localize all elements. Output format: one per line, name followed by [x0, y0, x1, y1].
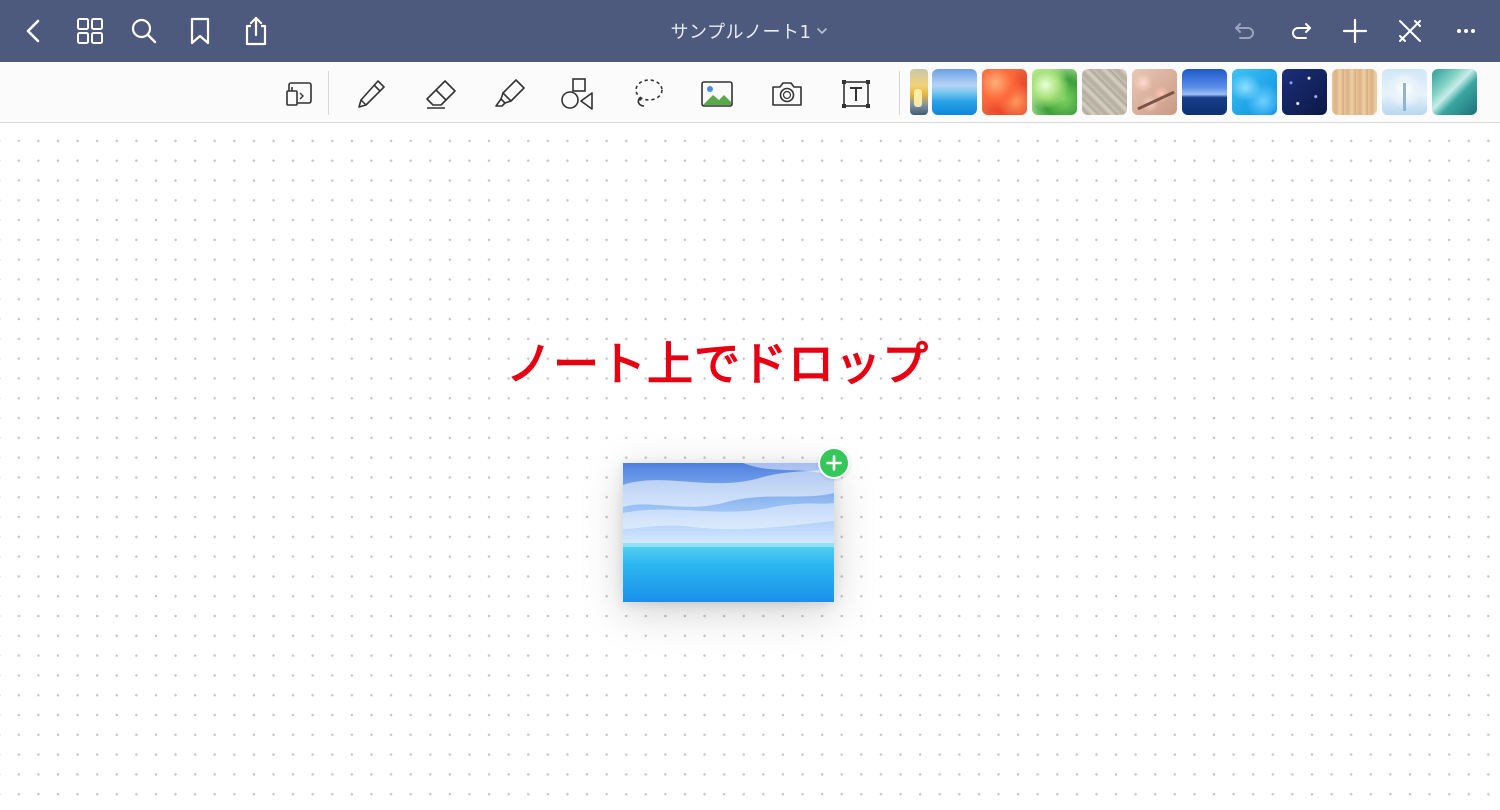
- image-tile-autumn-leaves[interactable]: [982, 69, 1027, 115]
- image-tile-cherry-blossom-branch[interactable]: [1132, 69, 1177, 115]
- shapes-icon: [561, 78, 593, 110]
- drop-instruction-label: ノート上でドロップ: [506, 337, 929, 391]
- dragged-image-preview[interactable]: [623, 463, 834, 602]
- chevron-down-icon: [817, 28, 828, 34]
- thumbnails-button[interactable]: [72, 13, 108, 49]
- redo-icon: [1292, 23, 1311, 39]
- image-tile-sea-glass[interactable]: [1432, 69, 1477, 115]
- image-icon: [701, 81, 733, 107]
- image-tile-snowy-tree[interactable]: [1382, 69, 1427, 115]
- share-button[interactable]: [238, 13, 274, 49]
- lasso-icon: [635, 79, 663, 107]
- undo-icon: [1235, 23, 1254, 39]
- image-tile-stone-wall[interactable]: [1082, 69, 1127, 115]
- grid-icon: [77, 18, 103, 44]
- toolbar-divider: [328, 71, 329, 115]
- undo-button[interactable]: [1227, 13, 1263, 49]
- add-badge: [818, 447, 850, 479]
- image-tile-sunset-sea[interactable]: [910, 69, 928, 115]
- image-tile-wood-grain[interactable]: [1332, 69, 1377, 115]
- title-area: サンプルノート1: [0, 0, 1500, 62]
- redo-button[interactable]: [1283, 13, 1319, 49]
- add-page-button[interactable]: [1337, 13, 1373, 49]
- image-tile-blue-sea[interactable]: [932, 69, 977, 115]
- image-tile-green-leaves[interactable]: [1032, 69, 1077, 115]
- text-box-tool[interactable]: [836, 74, 876, 114]
- bookmark-icon: [190, 17, 210, 45]
- camera-tool[interactable]: [767, 74, 807, 114]
- ocean-photo: [623, 463, 834, 602]
- pen-icon: [358, 80, 385, 108]
- image-tile-night-lake[interactable]: [1182, 69, 1227, 115]
- search-button[interactable]: [126, 13, 162, 49]
- lasso-tool[interactable]: [628, 74, 668, 114]
- toolbar-divider: [899, 71, 900, 115]
- eraser-icon: [426, 80, 456, 109]
- eraser-tool[interactable]: [421, 74, 461, 114]
- more-button[interactable]: [1448, 13, 1484, 49]
- search-icon: [131, 18, 157, 44]
- shapes-tool[interactable]: [557, 74, 597, 114]
- toolbar-toggle-button[interactable]: [1392, 13, 1428, 49]
- pen-tool[interactable]: [351, 74, 391, 114]
- navigation-bar: サンプルノート1: [0, 0, 1500, 62]
- back-icon: [26, 19, 40, 43]
- plus-icon: [1342, 18, 1368, 44]
- bookmark-button[interactable]: [182, 13, 218, 49]
- highlighter-icon: [495, 79, 525, 107]
- page-layout-button[interactable]: [279, 74, 319, 114]
- tool-bar: [0, 62, 1500, 123]
- note-title-button[interactable]: サンプルノート1: [671, 18, 830, 44]
- image-tile-water-surface[interactable]: [1232, 69, 1277, 115]
- highlighter-tool[interactable]: [490, 74, 530, 114]
- image-tile-starry-sky[interactable]: [1282, 69, 1327, 115]
- plus-icon: [826, 455, 842, 471]
- image-tool[interactable]: [697, 74, 737, 114]
- text-box-icon: [842, 80, 870, 108]
- camera-icon: [772, 82, 802, 106]
- back-button[interactable]: [16, 13, 52, 49]
- page-layout-icon: [286, 82, 312, 106]
- more-icon: [1457, 29, 1475, 33]
- note-title: サンプルノート1: [670, 22, 812, 43]
- share-icon: [245, 16, 267, 46]
- close-toolbar-icon: [1399, 20, 1421, 42]
- note-canvas[interactable]: ノート上でドロップ: [0, 123, 1500, 810]
